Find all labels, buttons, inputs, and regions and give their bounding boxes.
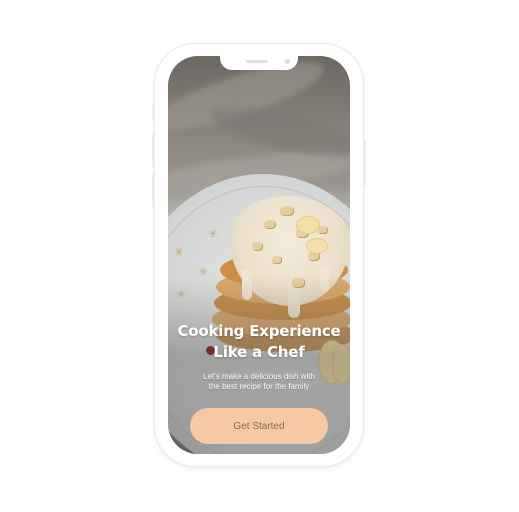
onboarding-subtitle: Let’s make a delicious dish with the bes… <box>178 372 340 392</box>
headline-line: Like a Chef <box>213 343 305 361</box>
get-started-button[interactable]: Get Started <box>190 408 328 444</box>
onboarding-screen: ✳ ✳ ✳ ✳ Cooking Experience L <box>168 56 350 454</box>
nut-topping <box>252 242 263 251</box>
front-camera <box>285 59 290 64</box>
phone-mockup: ✳ ✳ ✳ ✳ Cooking Experience L <box>152 44 366 466</box>
nut-topping <box>272 256 282 264</box>
subtitle-line: the best recipe for the family <box>208 382 310 391</box>
banana-slice <box>296 216 320 234</box>
power-button <box>363 140 366 186</box>
volume-down-button <box>152 174 155 208</box>
nut-topping <box>264 220 276 229</box>
volume-up-button <box>152 134 155 168</box>
onboarding-headline: Cooking Experience Like a Chef <box>168 321 350 363</box>
plate-pattern-icon: ✳ <box>174 245 185 259</box>
speaker-grille <box>245 60 268 63</box>
headline-line: Cooking Experience <box>177 322 341 340</box>
subtitle-line: Let’s make a delicious dish with <box>203 372 315 381</box>
mute-switch <box>152 104 155 120</box>
nut-topping <box>280 206 294 216</box>
banana-slice <box>306 238 328 254</box>
plate-pattern-icon: ✳ <box>208 227 219 241</box>
